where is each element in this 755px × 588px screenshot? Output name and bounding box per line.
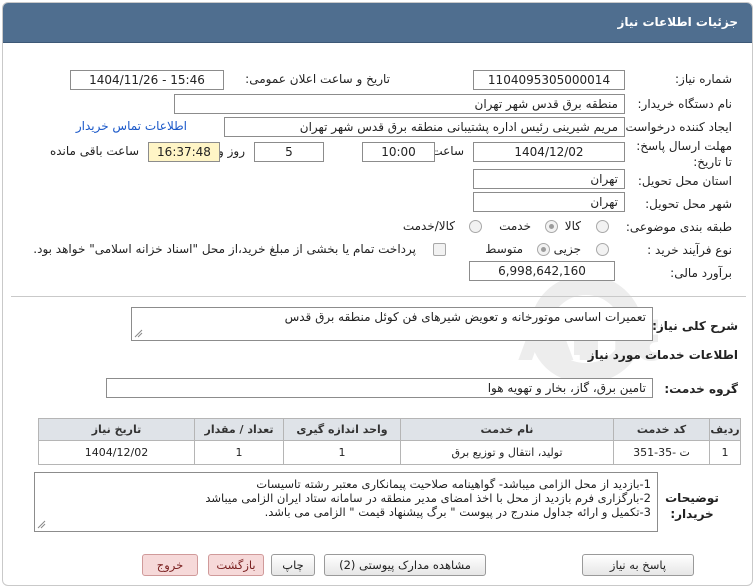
service-group-label: گروه خدمت: [664,382,738,396]
need-number-label: شماره نیاز: [675,72,732,86]
cell-service-name: تولید، انتقال و توزیع برق [400,440,614,465]
exit-button[interactable]: خروج [142,554,198,576]
services-section-title: اطلاعات خدمات مورد نیاز [587,348,738,362]
remaining-time-field: 16:37:48 [148,142,220,162]
cell-quantity: 1 [194,440,284,465]
page-title: جزئیات اطلاعات نیاز [617,15,738,29]
col-header-unit: واحد اندازه گیری [283,418,401,441]
category-option-service: خدمت [499,219,531,233]
buyer-notes-label: توضیحات خریدار: [665,491,719,521]
process-label: نوع فرآیند خرید : [647,243,732,257]
need-details-window: جزئیات اطلاعات نیاز AriaTender شماره نیا… [2,2,753,586]
divider [11,296,746,297]
process-option-medium: متوسط [485,242,523,256]
title-bar: جزئیات اطلاعات نیاز [3,3,752,43]
buyer-contact-link[interactable]: اطلاعات تماس خریدار [76,119,187,133]
city-field: تهران [473,192,625,212]
table-header-row: ردیف کد خدمت نام خدمت واحد اندازه گیری ت… [38,418,741,441]
announce-label: تاریخ و ساعت اعلان عمومی: [245,72,390,86]
category-option-goods: کالا [564,219,581,233]
category-radio-service[interactable] [545,220,558,233]
reply-button[interactable]: پاسخ به نیاز [582,554,694,576]
summary-text: تعمیرات اساسی موتورخانه و تعویض شیرهای ف… [284,310,646,324]
col-header-service-code: کد خدمت [613,418,710,441]
treasury-payment-note: پرداخت تمام یا بخشی از مبلغ خرید،از محل … [33,242,416,256]
city-label: شهر محل تحویل: [645,197,732,211]
cell-unit: 1 [283,440,401,465]
category-option-goods-service: کالا/خدمت [402,219,455,233]
days-remaining-field: 5 [254,142,324,162]
summary-label: شرح کلی نیاز: [652,319,738,333]
buyer-notes-textarea: 1-بازدید از محل الزامی میباشد- گواهینامه… [34,472,658,532]
buyer-org-field: منطقه برق قدس شهر تهران [174,94,625,114]
creator-label: ایجاد کننده درخواست: [621,120,732,134]
treasury-payment-checkbox[interactable] [433,243,446,256]
announce-field: 1404/11/26 - 15:46 [70,70,224,90]
deadline-time-label: ساعت [431,144,464,158]
col-header-service-name: نام خدمت [400,418,614,441]
days-label: روز و [218,144,245,158]
deadline-time-field: 10:00 [362,142,435,162]
buyer-org-label: نام دستگاه خریدار: [637,97,733,111]
cell-row-number: 1 [709,440,741,465]
creator-field: مریم شیرینی رئیس اداره پشتیبانی منطقه بر… [224,117,625,137]
col-header-need-date: تاریخ نیاز [38,418,195,441]
process-radio-medium[interactable] [537,243,550,256]
category-label: طبقه بندی موضوعی: [625,220,732,234]
process-radio-minor[interactable] [596,243,609,256]
process-option-minor: جزیی [553,242,581,256]
province-label: استان محل تحویل: [637,174,732,188]
remaining-time-label: ساعت باقی مانده [49,144,139,158]
province-field: تهران [473,169,625,189]
estimate-field: 6,998,642,160 [469,261,615,281]
col-header-quantity: تعداد / مقدار [194,418,284,441]
table-row: 1 ت -35-351 تولید، انتقال و توزیع برق 1 … [38,440,741,465]
note-line: 2-بارگزاری فرم بازدید از محل با اخذ امضا… [205,491,651,505]
category-radio-goods[interactable] [596,220,609,233]
print-button[interactable]: چاپ [271,554,315,576]
back-button[interactable]: بازگشت [208,554,264,576]
resize-grip-icon[interactable] [134,329,143,338]
category-radio-goods-service[interactable] [469,220,482,233]
summary-textarea: تعمیرات اساسی موتورخانه و تعویض شیرهای ف… [131,307,653,341]
view-attachments-button[interactable]: مشاهده مدارک پیوستی (2) [324,554,486,576]
col-header-row-number: ردیف [709,418,741,441]
estimate-label: برآورد مالی: [670,266,732,280]
resize-grip-icon[interactable] [37,520,46,529]
deadline-date-field: 1404/12/02 [473,142,625,162]
note-line: 1-بازدید از محل الزامی میباشد- گواهینامه… [256,477,651,491]
cell-need-date: 1404/12/02 [38,440,195,465]
service-group-field: تامین برق، گاز، بخار و تهویه هوا [106,378,653,398]
note-line: 3-تکمیل و ارائه جداول مندرج در پیوست " ب… [264,505,651,519]
deadline-label: مهلت ارسال پاسخ: تا تاریخ: [636,139,732,169]
services-table: ردیف کد خدمت نام خدمت واحد اندازه گیری ت… [38,418,741,465]
cell-service-code: ت -35-351 [613,440,710,465]
need-number-field: 1104095305000014 [473,70,625,90]
